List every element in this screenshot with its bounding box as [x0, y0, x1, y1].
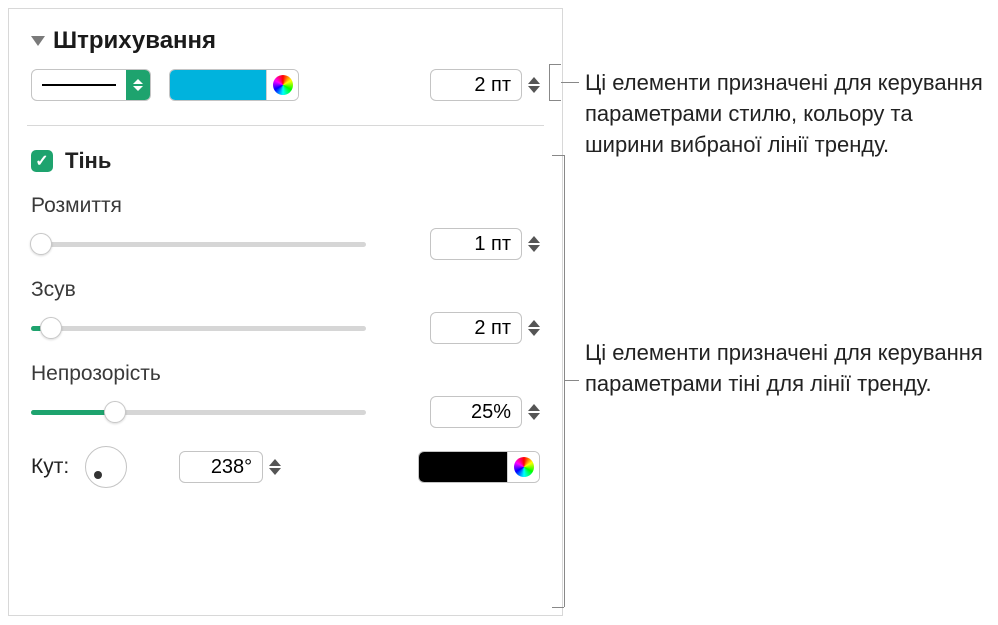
- stroke-controls-row: [31, 69, 540, 101]
- stroke-color-swatch[interactable]: [170, 70, 266, 100]
- stepper-down-icon[interactable]: [528, 86, 540, 93]
- stroke-section-header[interactable]: Штрихування: [31, 27, 540, 55]
- slider-thumb[interactable]: [40, 317, 62, 339]
- line-style-preview-icon: [42, 84, 116, 86]
- divider: [27, 125, 544, 126]
- opacity-group: Непрозорість: [31, 362, 540, 428]
- blur-label: Розмиття: [31, 194, 540, 218]
- opacity-slider[interactable]: [31, 402, 366, 422]
- stroke-width-input[interactable]: [430, 69, 522, 101]
- stroke-width-field: [430, 69, 540, 101]
- callout-line: [561, 82, 579, 83]
- slider-thumb[interactable]: [30, 233, 52, 255]
- stroke-title: Штрихування: [53, 27, 216, 55]
- stepper-down-icon[interactable]: [269, 468, 281, 475]
- callout-line: [552, 155, 564, 156]
- blur-slider[interactable]: [31, 234, 366, 254]
- opacity-input[interactable]: [430, 396, 522, 428]
- callout-bracket: [564, 155, 565, 607]
- offset-group: Зсув: [31, 278, 540, 344]
- line-style-select[interactable]: [31, 69, 151, 101]
- angle-input[interactable]: [179, 451, 263, 483]
- stepper-down-icon[interactable]: [528, 413, 540, 420]
- angle-dial[interactable]: [85, 446, 127, 488]
- callout-line: [549, 64, 561, 65]
- stroke-width-stepper[interactable]: [528, 77, 540, 93]
- blur-input[interactable]: [430, 228, 522, 260]
- callout-line: [564, 380, 579, 381]
- color-wheel-icon: [273, 75, 293, 95]
- line-style-dropdown-button[interactable]: [126, 70, 150, 100]
- opacity-stepper[interactable]: [528, 404, 540, 420]
- shadow-color-well[interactable]: [418, 451, 540, 483]
- stepper-up-icon[interactable]: [528, 320, 540, 327]
- angle-indicator-icon: [94, 471, 102, 479]
- callout-line: [552, 607, 564, 608]
- disclosure-triangle-icon[interactable]: [31, 36, 45, 46]
- angle-label: Кут:: [31, 455, 69, 479]
- stepper-up-icon[interactable]: [269, 459, 281, 466]
- stroke-annotation: Ці елементи призначені для керування пар…: [585, 68, 985, 160]
- shadow-checkbox-row: ✓ Тінь: [31, 148, 540, 174]
- callout-line: [549, 100, 561, 101]
- stepper-down-icon[interactable]: [528, 245, 540, 252]
- offset-label: Зсув: [31, 278, 540, 302]
- shadow-checkbox[interactable]: ✓: [31, 150, 53, 172]
- stroke-color-wheel-button[interactable]: [266, 70, 298, 100]
- stepper-down-icon[interactable]: [528, 329, 540, 336]
- offset-stepper[interactable]: [528, 320, 540, 336]
- style-panel: Штрихування ✓ Тінь Р: [8, 8, 563, 616]
- stroke-color-well[interactable]: [169, 69, 299, 101]
- offset-slider[interactable]: [31, 318, 366, 338]
- blur-group: Розмиття: [31, 194, 540, 260]
- blur-stepper[interactable]: [528, 236, 540, 252]
- angle-stepper[interactable]: [269, 459, 281, 475]
- shadow-color-wheel-button[interactable]: [507, 452, 539, 482]
- opacity-label: Непрозорість: [31, 362, 540, 386]
- stepper-up-icon[interactable]: [528, 77, 540, 84]
- checkmark-icon: ✓: [35, 151, 48, 171]
- stepper-up-icon[interactable]: [528, 404, 540, 411]
- shadow-annotation: Ці елементи призначені для керування пар…: [585, 338, 985, 400]
- shadow-color-swatch[interactable]: [419, 452, 507, 482]
- slider-thumb[interactable]: [104, 401, 126, 423]
- offset-input[interactable]: [430, 312, 522, 344]
- angle-row: Кут:: [31, 446, 540, 488]
- shadow-label: Тінь: [65, 148, 111, 174]
- callout-bracket: [549, 64, 550, 100]
- stepper-up-icon[interactable]: [528, 236, 540, 243]
- color-wheel-icon: [514, 457, 534, 477]
